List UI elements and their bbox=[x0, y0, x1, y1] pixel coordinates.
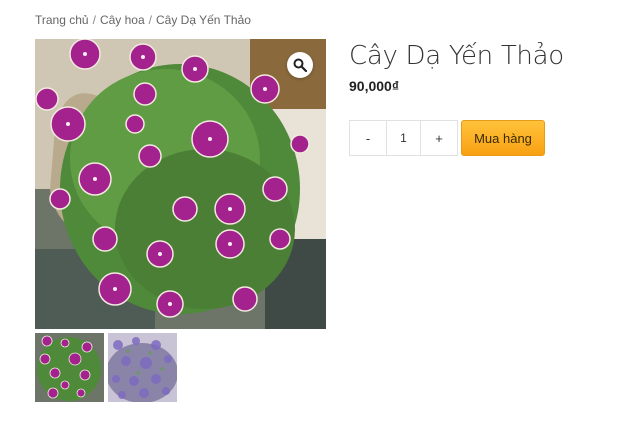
product-main-image[interactable] bbox=[35, 39, 326, 329]
breadcrumb-current: Cây Dạ Yến Thảo bbox=[155, 13, 251, 27]
petunia-thumbnail bbox=[108, 333, 177, 402]
thumbnail-gallery bbox=[35, 333, 177, 402]
breadcrumb: Trang chủ / Cây hoa / Cây Dạ Yến Thảo bbox=[35, 13, 251, 27]
quantity-value bbox=[386, 121, 421, 155]
product-title: Cây Dạ Yến Thảo bbox=[349, 41, 564, 71]
add-to-cart-button[interactable]: Mua hàng bbox=[461, 120, 545, 156]
zoom-button[interactable] bbox=[287, 52, 313, 78]
breadcrumb-separator: / bbox=[92, 13, 96, 27]
quantity-input[interactable] bbox=[387, 121, 420, 155]
quantity-increase-button[interactable]: + bbox=[421, 121, 457, 155]
quantity-stepper: - + bbox=[349, 120, 458, 156]
breadcrumb-separator: / bbox=[148, 13, 152, 27]
petunia-thumbnail bbox=[35, 333, 104, 402]
breadcrumb-category-link[interactable]: Cây hoa bbox=[100, 13, 145, 27]
breadcrumb-home-link[interactable]: Trang chủ bbox=[35, 13, 89, 27]
thumbnail-2[interactable] bbox=[108, 333, 177, 402]
thumbnail-1[interactable] bbox=[35, 333, 104, 402]
quantity-decrease-button[interactable]: - bbox=[350, 121, 386, 155]
product-price: 90,000₫ bbox=[349, 78, 400, 94]
magnifier-icon bbox=[293, 58, 307, 72]
petunia-photo bbox=[35, 39, 326, 329]
